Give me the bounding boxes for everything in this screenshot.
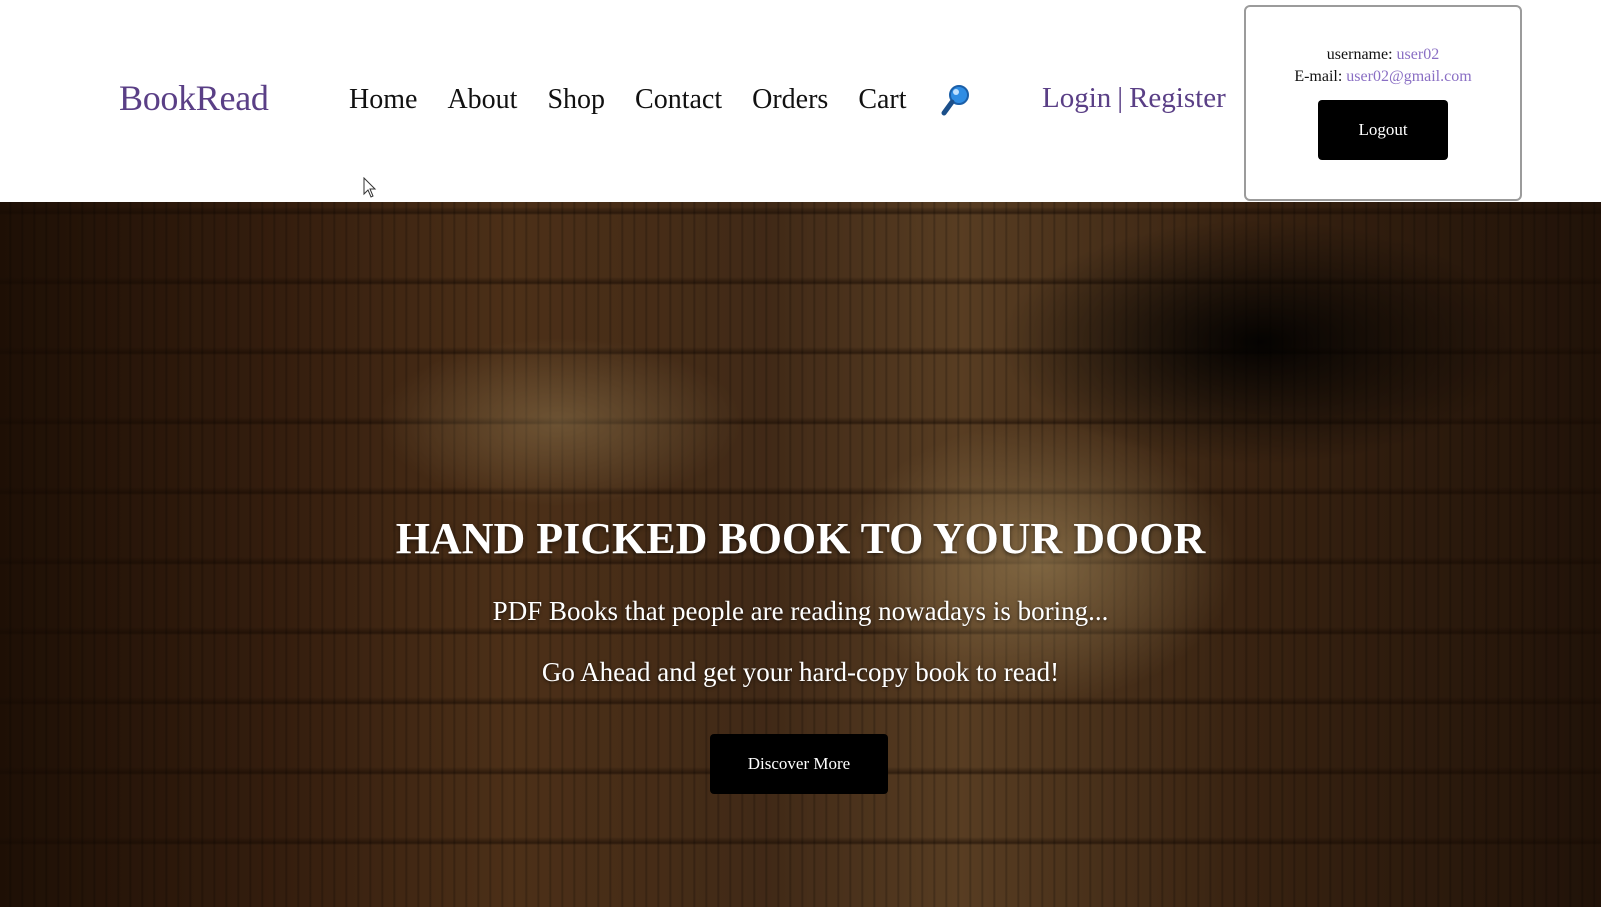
hero-title: HAND PICKED BOOK TO YOUR DOOR	[395, 514, 1206, 563]
magnifier-icon-graphic	[941, 85, 969, 116]
logout-button[interactable]: Logout	[1318, 100, 1448, 160]
auth-separator: |	[1117, 82, 1124, 114]
site-logo[interactable]: BookRead	[119, 76, 269, 120]
username-label: username:	[1326, 46, 1393, 63]
user-info-box: username: user02 E-mail: user02@gmail.co…	[1244, 5, 1522, 201]
search-icon[interactable]	[941, 83, 971, 117]
hero-subtitle-2: Go Ahead and get your hard-copy book to …	[541, 657, 1060, 687]
nav-link-home[interactable]: Home	[349, 80, 417, 120]
login-link[interactable]: Login	[1042, 82, 1111, 114]
nav-link-cart[interactable]: Cart	[858, 80, 906, 120]
username-line: username: user02	[1246, 44, 1520, 66]
email-value: user02@gmail.com	[1346, 68, 1472, 85]
discover-more-button[interactable]: Discover More	[710, 734, 888, 794]
main-nav: Home About Shop Contact Orders Cart	[349, 80, 971, 120]
email-label: E-mail:	[1294, 68, 1343, 85]
email-line: E-mail: user02@gmail.com	[1246, 66, 1520, 88]
hero-banner: HAND PICKED BOOK TO YOUR DOOR PDF Books …	[0, 202, 1601, 907]
register-link[interactable]: Register	[1129, 82, 1226, 114]
site-header: BookRead Home About Shop Contact Orders …	[0, 0, 1601, 202]
mouse-cursor-icon	[363, 177, 377, 198]
hero-subtitle-1: PDF Books that people are reading nowada…	[492, 596, 1109, 626]
nav-link-orders[interactable]: Orders	[752, 80, 828, 120]
nav-link-contact[interactable]: Contact	[635, 80, 722, 120]
auth-links: Login | Register	[1042, 78, 1226, 118]
nav-link-shop[interactable]: Shop	[547, 80, 605, 120]
username-value: user02	[1396, 46, 1440, 63]
nav-link-about[interactable]: About	[447, 80, 517, 120]
